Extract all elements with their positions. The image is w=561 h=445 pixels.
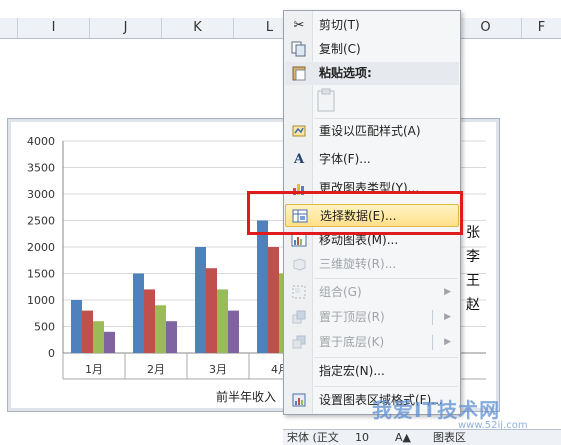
menu-item-font-label: 字体(F)... [319,152,371,166]
y-tick-label: 4000 [27,135,55,148]
bar [206,268,217,353]
menu-separator [314,118,458,119]
bar [71,300,82,353]
bar [195,247,206,353]
menu-separator [314,278,458,279]
menu-item-group-label: 组合(G) [319,285,362,299]
bar [104,331,115,353]
bar [228,310,239,353]
chart-element-dropdown[interactable]: 图表区 [433,430,466,445]
bar [93,321,104,353]
menu-item-reset-style[interactable]: 重设以匹配样式(A) [285,120,459,143]
menu-item-group[interactable]: 组合(G) ▶ [285,281,459,304]
cell-name-4[interactable]: 赵 [466,294,480,314]
menu-item-cut-label: 剪切(T) [319,18,360,32]
x-tick-label: 3月 [209,363,227,376]
x-tick-label: 1月 [85,363,103,376]
column-header-f[interactable]: F [522,18,561,38]
menu-item-assign-macro[interactable]: 指定宏(N)... [285,360,459,383]
watermark-logo: 我爱IT技术网 [372,398,501,422]
y-tick-label: 1000 [27,294,55,307]
send-back-icon [290,334,308,351]
paste-option-button[interactable] [314,87,338,113]
bar [82,310,93,353]
y-tick-label: 500 [34,321,55,334]
split-divider [432,310,433,325]
paste-clipboard-icon [317,88,335,112]
column-header-j[interactable]: J [90,18,162,38]
bar [166,321,177,353]
x-tick-label: 2月 [147,363,165,376]
bar [217,289,228,353]
sheet-top-row [0,0,561,19]
menu-item-bring-front-label: 置于顶层(R) [319,310,385,324]
macro-icon [290,363,308,380]
group-icon [290,284,308,301]
rotate-3d-icon [290,256,308,273]
y-tick-label: 3000 [27,188,55,201]
y-tick-label: 3500 [27,162,55,175]
cell-name-2[interactable]: 李 [466,246,480,266]
menu-item-rotate-3d-label: 三维旋转(R)... [319,257,397,271]
copy-icon [290,41,308,58]
menu-item-rotate-3d[interactable]: 三维旋转(R)... [285,253,459,276]
y-tick-label: 1500 [27,268,55,281]
menu-item-cut[interactable]: ✂ 剪切(T) [285,14,459,37]
submenu-arrow-icon: ▶ [444,312,451,322]
cell-name-1[interactable]: 张 [466,222,480,242]
reset-style-icon [290,123,308,140]
split-divider [432,335,433,350]
x-axis-title: 前半年收入 [216,389,276,404]
menu-item-copy-label: 复制(C) [319,42,361,56]
menu-item-assign-macro-label: 指定宏(N)... [319,364,385,378]
column-header-k[interactable]: K [162,18,234,38]
paste-icon [290,65,308,82]
submenu-arrow-icon: ▶ [444,287,451,297]
menu-item-copy[interactable]: 复制(C) [285,38,459,61]
menu-paste-options-label: 粘贴选项: [319,66,372,80]
format-area-icon [290,392,308,409]
submenu-arrow-icon: ▶ [444,337,451,347]
bring-front-icon [290,309,308,326]
y-tick-label: 2000 [27,241,55,254]
font-grow-icon[interactable]: A▲ [395,430,411,445]
column-header-i[interactable]: I [18,18,90,38]
font-name-dropdown[interactable]: 宋体 (正文 [287,430,339,445]
menu-header-paste-options: 粘贴选项: [285,62,459,85]
y-tick-label: 2500 [27,215,55,228]
bar [144,289,155,353]
bar [155,305,166,353]
bar [133,273,144,353]
column-header-blank [0,18,18,38]
y-tick-label: 0 [48,347,55,360]
menu-item-font[interactable]: A 字体(F)... [285,148,459,171]
menu-item-reset-style-label: 重设以匹配样式(A) [319,124,421,138]
menu-separator [314,386,458,387]
scissors-icon: ✂ [293,18,305,33]
highlight-annotation-box [247,191,463,235]
cell-name-3[interactable]: 王 [466,270,480,290]
bar [268,247,279,353]
bar [257,220,268,353]
font-a-icon: A [293,152,305,167]
mini-toolbar: 宋体 (正文 10 A▲ 图表区 [283,429,561,445]
font-size-dropdown[interactable]: 10 [355,430,369,445]
menu-separator [314,357,458,358]
menu-item-bring-front[interactable]: 置于顶层(R) ▶ [285,306,459,329]
menu-item-send-back-label: 置于底层(K) [319,335,385,349]
column-header-bar: I J K L O F [0,18,561,39]
menu-item-send-back[interactable]: 置于底层(K) ▶ [285,331,459,354]
